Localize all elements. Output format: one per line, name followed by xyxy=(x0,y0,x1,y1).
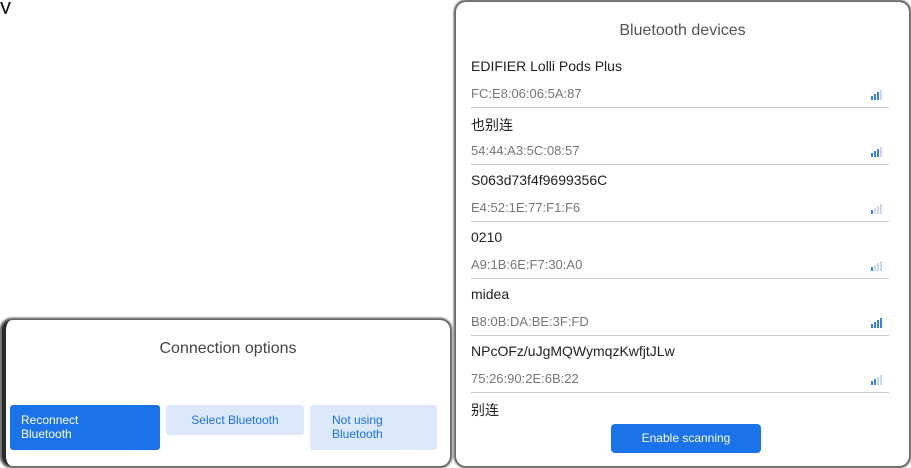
reconnect-bluetooth-button[interactable]: Reconnect Bluetooth xyxy=(10,405,160,450)
signal-strength-icon xyxy=(871,204,885,214)
device-address: B8:0B:DA:BE:3F:FD xyxy=(471,314,589,329)
device-item[interactable]: 0210 A9:1B:6E:F7:30:A0 xyxy=(471,227,896,284)
device-name: midea xyxy=(471,286,510,302)
divider xyxy=(471,335,889,336)
device-item[interactable]: midea B8:0B:DA:BE:3F:FD xyxy=(471,284,896,341)
device-name: 0210 xyxy=(471,229,503,245)
connection-options-dialog: Connection options Reconnect Bluetooth S… xyxy=(2,320,450,466)
not-using-bluetooth-label: Not using Bluetooth xyxy=(332,413,383,441)
device-name: NPcOFz/uJgMQWymqzKwfjtJLw xyxy=(471,343,675,359)
not-using-bluetooth-button[interactable]: Not using Bluetooth xyxy=(310,405,437,450)
device-address: A9:1B:6E:F7:30:A0 xyxy=(471,257,583,272)
device-item[interactable]: EDIFIER Lolli Pods Plus FC:E8:06:06:5A:87 xyxy=(471,56,896,113)
divider xyxy=(471,107,889,108)
device-item[interactable]: 也别连 54:44:A3:5C:08:57 xyxy=(471,113,896,170)
divider xyxy=(471,392,889,393)
connection-options-title: Connection options xyxy=(159,340,297,357)
bluetooth-devices-title: Bluetooth devices xyxy=(619,22,746,39)
bluetooth-devices-dialog: Bluetooth devices EDIFIER Lolli Pods Plu… xyxy=(456,2,909,466)
divider xyxy=(471,164,889,165)
background-text: y xyxy=(0,0,11,14)
signal-strength-icon xyxy=(871,375,885,385)
select-bluetooth-button[interactable]: Select Bluetooth xyxy=(166,405,304,435)
device-item[interactable]: NPcOFz/uJgMQWymqzKwfjtJLw 75:26:90:2E:6B:… xyxy=(471,341,896,398)
select-bluetooth-label: Select Bluetooth xyxy=(191,413,279,427)
device-list: EDIFIER Lolli Pods Plus FC:E8:06:06:5A:87… xyxy=(471,56,896,455)
divider xyxy=(471,278,889,279)
device-address: E4:52:1E:77:F1:F6 xyxy=(471,200,581,215)
device-address: 54:44:A3:5C:08:57 xyxy=(471,143,580,158)
enable-scanning-button[interactable]: Enable scanning xyxy=(611,424,761,453)
signal-strength-icon xyxy=(871,90,885,100)
signal-strength-icon xyxy=(871,147,885,157)
signal-strength-icon xyxy=(871,261,885,271)
divider xyxy=(471,221,889,222)
reconnect-bluetooth-label: Reconnect Bluetooth xyxy=(21,413,79,441)
device-address: 75:26:90:2E:6B:22 xyxy=(471,371,579,386)
device-name: 也别连 xyxy=(471,117,513,133)
device-address: FC:E8:06:06:5A:87 xyxy=(471,86,582,101)
signal-strength-icon xyxy=(871,318,885,328)
device-name: S063d73f4f9699356C xyxy=(471,172,608,188)
device-name: 别连 xyxy=(471,402,499,418)
device-name: EDIFIER Lolli Pods Plus xyxy=(471,58,622,74)
device-item[interactable]: S063d73f4f9699356C E4:52:1E:77:F1:F6 xyxy=(471,170,896,227)
